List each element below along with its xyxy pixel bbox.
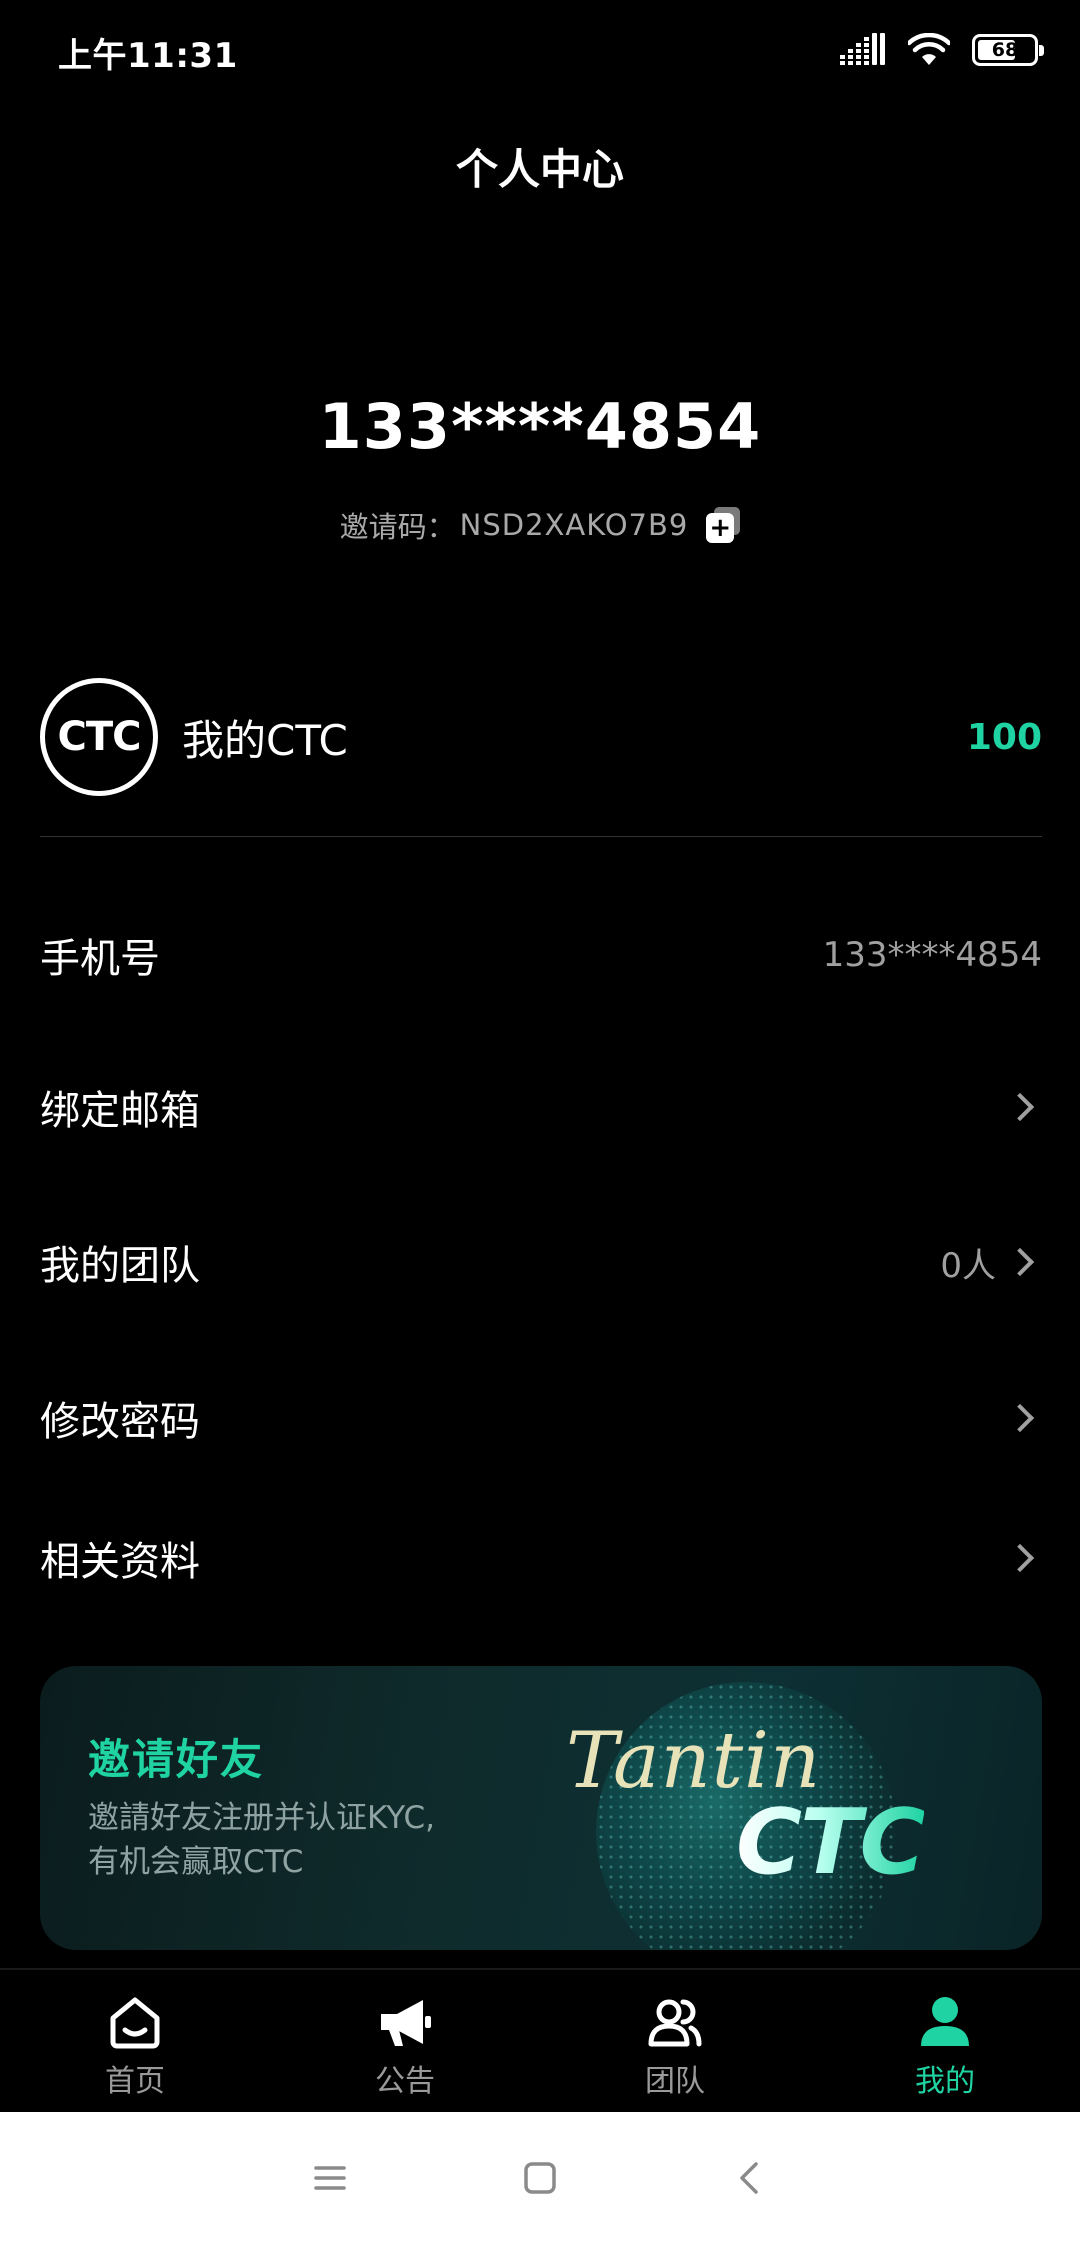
status-bar: 上午11:31 68 [0, 0, 1080, 100]
back-icon[interactable] [730, 2158, 770, 2198]
menu-icon[interactable] [310, 2158, 350, 2198]
profile-icon [921, 1997, 969, 2046]
home-icon [110, 1997, 160, 2049]
status-icons: 68 [840, 30, 1044, 70]
menu-label: 修改密码 [40, 1399, 200, 1445]
bottom-nav: 首页 公告 团队 我的 [0, 1968, 1080, 2112]
battery-level: 68 [991, 39, 1019, 61]
home-square-icon[interactable] [520, 2158, 560, 2198]
invite-code: NSD2XAKO7B9 [459, 508, 689, 542]
nav-item-announcements[interactable]: 公告 [270, 1970, 540, 2112]
banner-title: 邀请好友 [88, 1735, 265, 1784]
menu-item-bind-email[interactable]: 绑定邮箱 [40, 1052, 1042, 1162]
menu-label: 绑定邮箱 [40, 1088, 200, 1134]
nav-item-home[interactable]: 首页 [0, 1970, 270, 2112]
invite-label: 邀请码： [339, 510, 456, 544]
account-phone: 133****4854 [318, 390, 762, 463]
menu-item-change-password[interactable]: 修改密码 [40, 1363, 1042, 1473]
battery-icon: 68 [972, 34, 1044, 66]
menu-label: 手机号 [40, 936, 160, 982]
nav-item-profile[interactable]: 我的 [810, 1970, 1080, 2112]
banner-brand-mark: CTC [736, 1790, 925, 1895]
nav-label: 我的 [915, 2064, 975, 2099]
menu-label: 我的团队 [40, 1243, 200, 1289]
banner-desc-line: 邀請好友注册并认证KYC, [88, 1800, 435, 1836]
ctc-balance: 100 [966, 716, 1042, 758]
invite-code-row: 邀请码： NSD2XAKO7B9 + [0, 504, 1080, 546]
system-nav-bar [0, 2112, 1080, 2244]
menu-item-related-docs[interactable]: 相关资料 [40, 1503, 1042, 1613]
ctc-label: 我的CTC [182, 715, 348, 765]
nav-label: 公告 [375, 2064, 435, 2099]
signal-icon [840, 33, 885, 65]
team-icon [648, 1999, 702, 2047]
menu-value: 133****4854 [822, 935, 1042, 975]
menu-value: 0人 [940, 1245, 996, 1286]
banner-desc-line: 有机会赢取CTC [88, 1844, 304, 1880]
menu-item-my-team[interactable]: 我的团队 0人 [40, 1207, 1042, 1317]
nav-item-team[interactable]: 团队 [540, 1970, 810, 2112]
chevron-right-icon [1005, 1247, 1035, 1277]
copy-icon[interactable]: + [706, 507, 741, 543]
invite-banner[interactable]: 邀请好友 邀請好友注册并认证KYC, 有机会赢取CTC Tantin CTC [40, 1666, 1042, 1950]
page-title: 个人中心 [455, 145, 624, 194]
wifi-icon [908, 33, 950, 65]
menu-label: 相关资料 [40, 1539, 200, 1585]
chevron-right-icon [1005, 1092, 1035, 1122]
chevron-right-icon [1005, 1403, 1035, 1433]
megaphone-icon [381, 2000, 431, 2046]
banner-description: 邀請好友注册并认证KYC, 有机会赢取CTC [88, 1796, 548, 1884]
chevron-right-icon [1005, 1543, 1035, 1573]
status-time: 上午11:31 [58, 36, 238, 76]
divider [40, 836, 1042, 837]
menu-item-phone: 手机号 133****4854 [40, 900, 1042, 1010]
ctc-balance-row: CTC 我的CTC 100 [40, 676, 1042, 798]
ctc-logo-icon: CTC [40, 678, 158, 796]
nav-label: 团队 [645, 2064, 705, 2099]
nav-label: 首页 [105, 2064, 165, 2099]
